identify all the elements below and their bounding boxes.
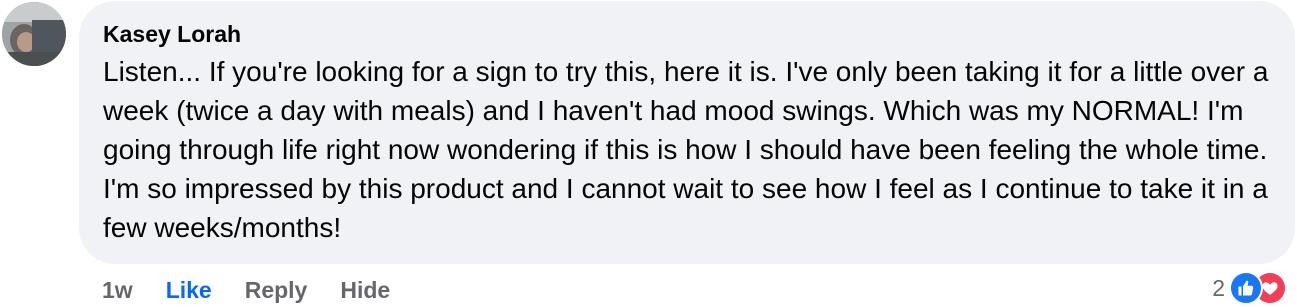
avatar[interactable] bbox=[2, 2, 66, 66]
comment-actions: 1w Like Reply Hide bbox=[102, 274, 423, 306]
like-button[interactable]: Like bbox=[166, 277, 212, 304]
comment-author[interactable]: Kasey Lorah bbox=[103, 20, 1271, 48]
comment-bubble: Kasey Lorah Listen... If you're looking … bbox=[79, 1, 1295, 264]
user-avatar-photo bbox=[2, 2, 66, 66]
thumbs-up-icon bbox=[1229, 271, 1263, 305]
reactions-summary[interactable]: 2 bbox=[1212, 270, 1287, 306]
reaction-count: 2 bbox=[1212, 274, 1225, 301]
comment: Kasey Lorah Listen... If you're looking … bbox=[0, 0, 1297, 307]
reply-button[interactable]: Reply bbox=[245, 277, 308, 304]
comment-timestamp[interactable]: 1w bbox=[102, 277, 133, 304]
comment-text: Listen... If you're looking for a sign t… bbox=[103, 56, 1269, 243]
hide-button[interactable]: Hide bbox=[340, 277, 390, 304]
